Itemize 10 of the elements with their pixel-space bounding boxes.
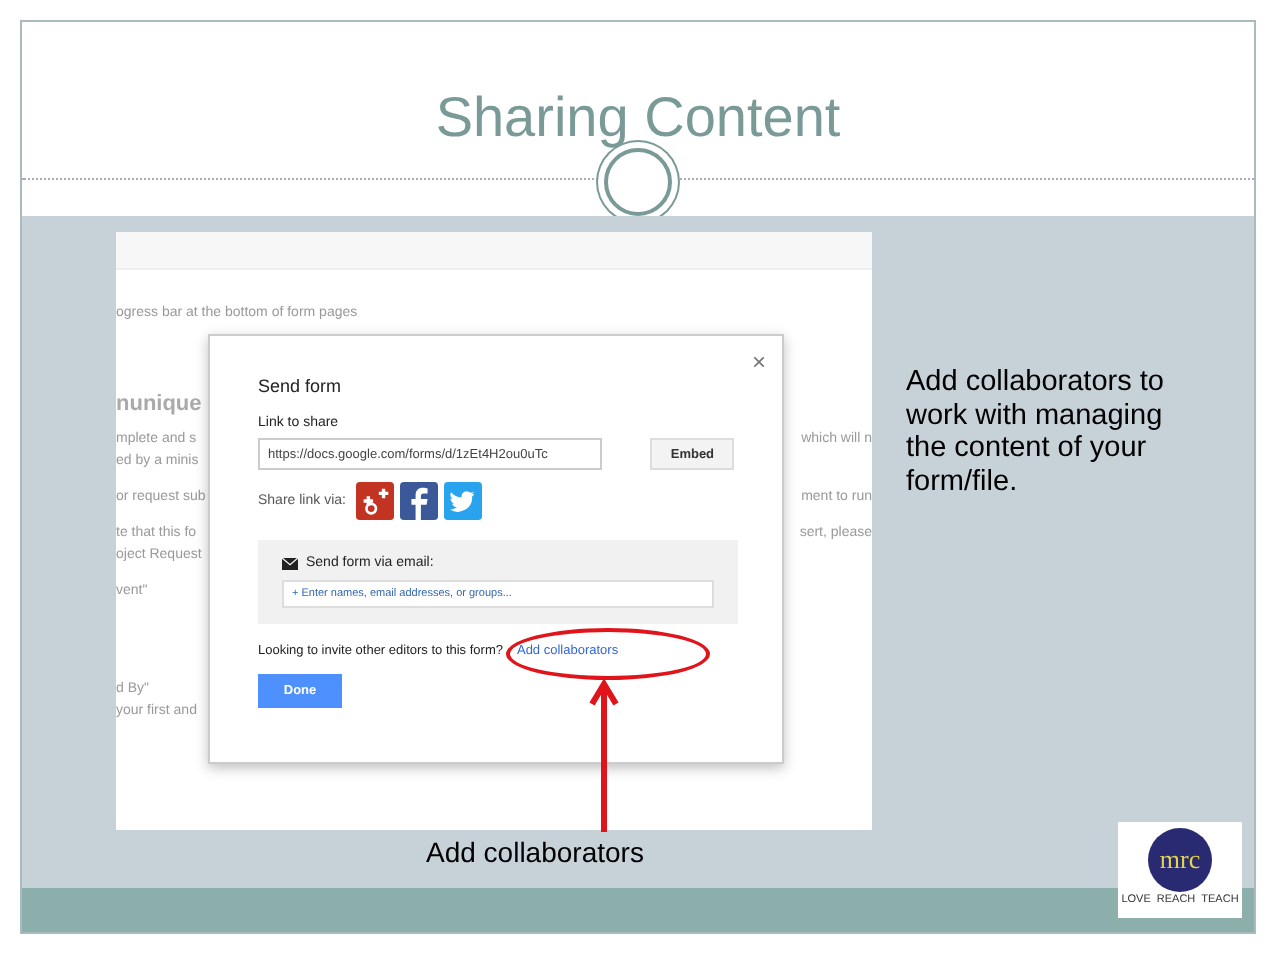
callout-text: Add collaborators to work with managing the content of your form/file. — [906, 366, 1166, 500]
envelope-icon — [282, 557, 298, 569]
logo-text: mrc — [1159, 844, 1201, 876]
annotation-label: Add collaborators — [426, 836, 646, 868]
facebook-icon[interactable] — [399, 482, 438, 520]
close-button[interactable]: × — [751, 348, 766, 376]
dialog-title: Send form — [258, 376, 344, 396]
slide-title: Sharing Content — [435, 90, 841, 152]
form-text: nunique — [116, 392, 202, 420]
google-plus-icon[interactable] — [355, 482, 394, 520]
